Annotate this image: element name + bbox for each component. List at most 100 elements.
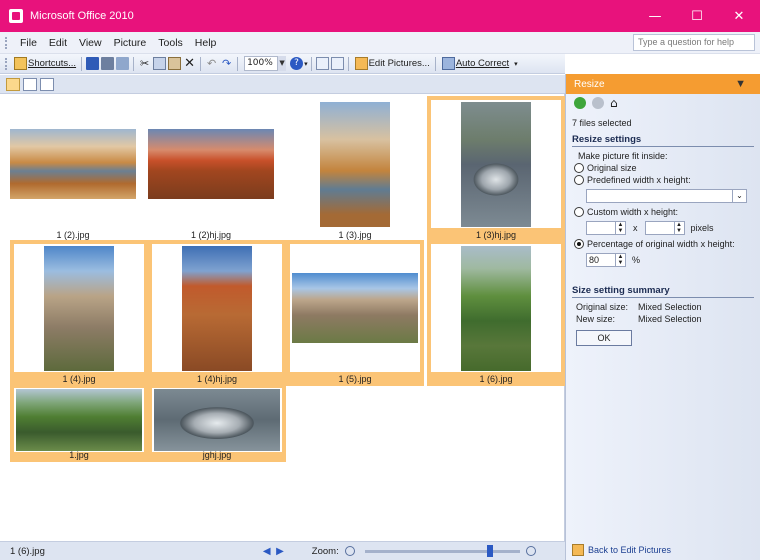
delete-icon[interactable]: ✕ — [183, 57, 196, 70]
menu-picture[interactable]: Picture — [108, 37, 153, 49]
cut-icon[interactable]: ✂ — [138, 57, 151, 70]
thumbnail-caption: jghj.jpg — [202, 450, 232, 460]
thumbnail-item[interactable]: 1.jpg — [10, 384, 148, 462]
app-icon — [9, 9, 23, 23]
menu-file[interactable]: File — [14, 37, 43, 49]
menu-tools[interactable]: Tools — [152, 37, 189, 49]
custom-size-radio[interactable] — [574, 207, 584, 217]
rotate-left-icon[interactable] — [315, 57, 329, 70]
thumbnail-item[interactable]: 1 (3)hj.jpg — [427, 96, 565, 242]
help-search-input[interactable]: Type a question for help — [633, 34, 755, 51]
x-label: x — [633, 223, 638, 233]
percentage-radio[interactable] — [574, 239, 584, 249]
thumbnail-caption: 1 (5).jpg — [338, 374, 372, 384]
original-size-option[interactable]: Original size — [574, 163, 754, 173]
picture-river-portrait — [320, 101, 390, 227]
back-to-edit-pictures-link[interactable]: Back to Edit Pictures — [572, 544, 671, 556]
copy-icon[interactable] — [153, 57, 167, 70]
percent-sign: % — [632, 255, 641, 265]
standard-toolbar: Shortcuts... ✂ ✕ ↶ ↷ 100% ▼ ? ▾ Edit Pic… — [0, 54, 565, 74]
auto-correct-button[interactable]: Auto Correct — [439, 55, 511, 73]
zoom-slider-thumb[interactable] — [486, 544, 493, 557]
undo-icon[interactable]: ↶ — [205, 57, 218, 70]
edit-pictures-button[interactable]: Edit Pictures... — [352, 55, 432, 73]
back-icon[interactable] — [574, 97, 586, 109]
toolbar-separator — [237, 56, 239, 71]
resize-task-pane: Resize ▼ ⌂ 7 files selected Resize setti… — [565, 74, 760, 560]
thumbnail-item[interactable]: 1 (4).jpg — [10, 240, 148, 386]
picture-canyon-landscape — [16, 389, 142, 451]
help-icon[interactable]: ? — [290, 57, 304, 70]
print-icon[interactable] — [101, 57, 115, 70]
maximize-button[interactable]: ☐ — [676, 0, 718, 32]
thumbnail-item[interactable]: 1 (5).jpg — [286, 240, 424, 386]
thumbnail-area: 1 (2).jpg 1 (2)hj.jpg 1 (3).jpg 1 (3)hj.… — [0, 94, 565, 541]
thumbnail-item[interactable]: 1 (3).jpg — [286, 96, 424, 242]
original-size-value: Mixed Selection — [638, 302, 702, 312]
navigation-arrows[interactable]: ◀ ▶ — [263, 546, 284, 557]
custom-height-stepper[interactable]: ▲ ▼ — [644, 221, 685, 235]
toolbar-options-arrow[interactable]: ▾ — [514, 60, 518, 68]
rotate-right-icon[interactable] — [330, 57, 344, 70]
single-picture-view-icon[interactable] — [40, 77, 54, 91]
zoom-out-icon[interactable] — [344, 546, 355, 556]
minimize-button[interactable]: — — [634, 0, 676, 32]
thumbnail-item[interactable]: 1 (6).jpg — [427, 240, 565, 386]
menubar-grip[interactable] — [5, 36, 8, 49]
menu-view[interactable]: View — [73, 37, 108, 49]
picture-river-autumn — [10, 129, 136, 199]
custom-size-label: Custom width x height: — [587, 207, 679, 217]
toolbar-separator — [81, 56, 83, 71]
pane-navigation: ⌂ — [566, 94, 760, 112]
menu-edit[interactable]: Edit — [43, 37, 73, 49]
view-toolbar — [0, 75, 565, 94]
percentage-stepper[interactable]: 80 ▲ ▼ — [586, 253, 626, 267]
edit-pictures-label: Edit Pictures... — [368, 58, 430, 69]
predefined-size-dropdown[interactable]: ⌄ — [586, 189, 747, 203]
paste-icon[interactable] — [168, 57, 182, 70]
fit-label: Make picture fit inside: — [578, 151, 668, 161]
shortcuts-button[interactable]: Shortcuts... — [11, 55, 78, 73]
toolbar-separator — [310, 56, 312, 71]
save-icon[interactable] — [86, 57, 100, 70]
zoom-input[interactable]: 100% — [244, 56, 279, 71]
shortcuts-icon — [14, 57, 27, 70]
thumbnail-view-icon[interactable] — [6, 77, 20, 91]
zoom-slider[interactable] — [364, 544, 520, 557]
close-button[interactable]: ✕ — [718, 0, 760, 32]
chevron-down-icon[interactable]: ⌄ — [732, 190, 746, 202]
email-icon[interactable] — [116, 57, 130, 70]
shortcuts-label: Shortcuts... — [28, 58, 77, 69]
redo-icon[interactable]: ↷ — [220, 57, 233, 70]
home-icon[interactable]: ⌂ — [610, 96, 618, 110]
thumbnail-item[interactable]: jghj.jpg — [148, 384, 286, 462]
thumbnail-item[interactable]: 1 (4)hj.jpg — [148, 240, 286, 386]
toolbar-separator — [434, 56, 436, 71]
status-filename: 1 (6).jpg — [10, 545, 45, 557]
menu-help[interactable]: Help — [189, 37, 223, 49]
back-link-label: Back to Edit Pictures — [588, 545, 672, 555]
edit-pictures-icon — [354, 57, 368, 70]
ok-button[interactable]: OK — [576, 330, 632, 346]
thumbnail-item[interactable]: 1 (2).jpg — [4, 96, 142, 242]
toolbar-options-arrow[interactable]: ▾ — [304, 60, 308, 68]
auto-correct-label: Auto Correct — [455, 58, 510, 69]
custom-size-inputs: ▲ ▼ x ▲ ▼ pixels — [586, 221, 754, 235]
percentage-label: Percentage of original width x height: — [587, 239, 735, 249]
forward-icon[interactable] — [592, 97, 604, 109]
zoom-in-icon[interactable] — [525, 546, 536, 556]
pane-menu-arrow[interactable]: ▼ — [735, 78, 746, 90]
predefined-size-radio[interactable] — [574, 175, 584, 185]
pane-header: Resize ▼ — [566, 74, 760, 94]
custom-width-stepper[interactable]: ▲ ▼ — [586, 221, 626, 235]
filmstrip-view-icon[interactable] — [23, 77, 37, 91]
zoom-dropdown-arrow[interactable]: ▼ — [278, 56, 287, 71]
original-size-radio[interactable] — [574, 163, 584, 173]
predefined-size-option[interactable]: Predefined width x height: — [574, 175, 754, 185]
thumbnail-caption: 1.jpg — [69, 450, 89, 460]
zoom-label: Zoom: — [311, 545, 339, 557]
percentage-option[interactable]: Percentage of original width x height: — [574, 239, 754, 249]
custom-size-option[interactable]: Custom width x height: — [574, 207, 754, 217]
toolbar-grip[interactable] — [5, 57, 8, 70]
thumbnail-item[interactable]: 1 (2)hj.jpg — [142, 96, 280, 242]
